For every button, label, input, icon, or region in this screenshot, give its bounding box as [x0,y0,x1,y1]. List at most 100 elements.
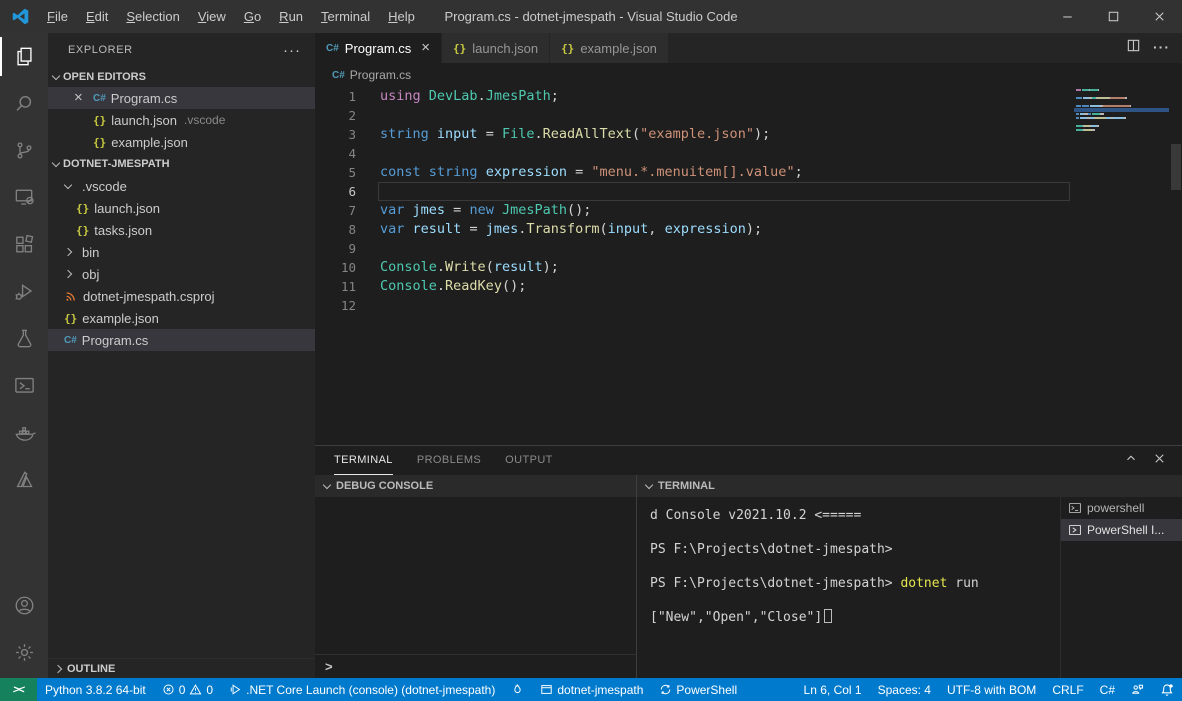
status-feedback[interactable] [1123,678,1152,701]
status-problems[interactable]: 00 [154,678,221,701]
code-line-3[interactable]: 3string input = File.ReadAllText("exampl… [315,125,1182,144]
sidebar-header: EXPLORER ··· [48,33,315,67]
terminal-header[interactable]: TERMINAL [637,475,1182,497]
activity-extensions[interactable] [0,221,48,268]
close-icon[interactable]: × [74,91,83,105]
code-line-9[interactable]: 9 [315,239,1182,258]
menu-item-run[interactable]: Run [270,9,312,24]
tree-item-tasks-json[interactable]: {}tasks.json [48,219,315,241]
breadcrumb[interactable]: C# Program.cs [315,63,1182,87]
open-editor-example-json[interactable]: {}example.json [48,131,315,153]
status-encoding[interactable]: UTF-8 with BOM [939,678,1044,701]
close-panel-button[interactable] [1152,451,1167,471]
tree-item-bin[interactable]: bin [48,241,315,263]
editor-scrollbar[interactable] [1171,144,1181,190]
tree-item-obj[interactable]: obj [48,263,315,285]
status-python-version[interactable]: Python 3.8.2 64-bit [37,678,154,701]
close-icon[interactable]: × [421,42,430,54]
code-line-4[interactable]: 4 [315,144,1182,163]
activity-explorer[interactable] [0,33,48,80]
terminal-session-powershell-i[interactable]: PowerShell I... [1061,519,1182,541]
status-debug-launch[interactable]: .NET Core Launch (console) (dotnet-jmesp… [221,678,503,701]
code-editor[interactable]: 1using DevLab.JmesPath;23string input = … [315,87,1182,445]
panel-tab-output[interactable]: OUTPUT [505,446,553,475]
status-cursor-position[interactable]: Ln 6, Col 1 [796,678,870,701]
code-line-2[interactable]: 2 [315,106,1182,125]
activity-settings[interactable] [0,629,48,676]
open-editor-program-cs[interactable]: ×C#Program.cs [48,87,315,109]
status-language-mode[interactable]: C# [1092,678,1123,701]
code-line-12[interactable]: 12 [315,296,1182,315]
line-number: 11 [315,277,356,296]
json-icon: {} [561,42,574,55]
menu-item-file[interactable]: File [38,9,77,24]
menu-item-edit[interactable]: Edit [77,9,117,24]
menu-item-go[interactable]: Go [235,9,270,24]
activity-search[interactable] [0,80,48,127]
outline-section-header[interactable]: OUTLINE [48,658,315,678]
remote-indicator[interactable]: >< [0,678,37,701]
folder-section-header[interactable]: DOTNET-JMESPATH [48,153,315,175]
panel-actions [1124,446,1182,475]
maximize-panel-button[interactable] [1124,451,1138,470]
panel-tab-problems[interactable]: PROBLEMS [417,446,481,475]
status-eol[interactable]: CRLF [1044,678,1091,701]
status-flame[interactable] [503,678,532,701]
terminal-session-powershell[interactable]: powershell [1061,497,1182,519]
tree-item-program-cs[interactable]: C#Program.cs [48,329,315,351]
tree-item-launch-json[interactable]: {}launch.json [48,197,315,219]
panel-tab-terminal[interactable]: TERMINAL [334,446,393,475]
more-actions-button[interactable]: ··· [1153,39,1170,57]
chevron-down-icon [645,480,653,488]
activity-remote-explorer[interactable] [0,174,48,221]
vscode-window: FileEditSelectionViewGoRunTerminalHelp P… [0,0,1182,701]
menu-item-terminal[interactable]: Terminal [312,9,379,24]
activity-accounts[interactable] [0,582,48,629]
status-powershell-session[interactable]: PowerShell [651,678,745,701]
tree-item-dotnet-jmespath-csproj[interactable]: dotnet-jmespath.csproj [48,285,315,307]
open-editor-launch-json[interactable]: {}launch.json.vscode [48,109,315,131]
terminal-output[interactable]: d Console v2021.10.2 <===== PS F:\Projec… [650,507,1058,626]
status-notifications[interactable] [1152,678,1182,701]
activity-docker[interactable] [0,409,48,456]
menu-item-selection[interactable]: Selection [117,9,188,24]
minimap[interactable] [1074,88,1169,136]
code-line-10[interactable]: 10Console.Write(result); [315,258,1182,277]
code-line-11[interactable]: 11Console.ReadKey(); [315,277,1182,296]
files-icon [13,45,36,68]
open-editors-header[interactable]: OPEN EDITORS [48,67,315,87]
maximize-button[interactable] [1090,0,1136,33]
tree-item-example-json[interactable]: {}example.json [48,307,315,329]
more-actions-icon[interactable]: ··· [283,42,301,59]
code-line-1[interactable]: 1using DevLab.JmesPath; [315,87,1182,106]
tab-example-json[interactable]: {}example.json [550,33,669,63]
close-button[interactable] [1136,0,1182,33]
menu-item-view[interactable]: View [189,9,235,24]
run-debug-icon [13,280,36,303]
error-icon [162,683,175,696]
code-line-7[interactable]: 7var jmes = new JmesPath(); [315,201,1182,220]
close-icon [1152,451,1167,466]
activity-powershell[interactable] [0,362,48,409]
activity-azure[interactable] [0,456,48,503]
tab-launch-json[interactable]: {}launch.json [442,33,550,63]
code-line-6[interactable]: 6 [315,182,1182,201]
terminal-icon [1068,501,1082,515]
activity-testing[interactable] [0,315,48,362]
debug-console-input[interactable]: > [315,654,636,678]
activity-source-control[interactable] [0,127,48,174]
json-icon: {} [64,312,77,325]
debug-console-header[interactable]: DEBUG CONSOLE [315,475,636,497]
tree-item-vscode[interactable]: .vscode [48,175,315,197]
code-line-8[interactable]: 8var result = jmes.Transform(input, expr… [315,220,1182,239]
menu-item-help[interactable]: Help [379,9,424,24]
tab-program-cs[interactable]: C#Program.cs× [315,33,442,63]
split-editor-button[interactable] [1126,38,1141,58]
status-project-folder[interactable]: dotnet-jmespath [532,678,651,701]
minimize-button[interactable] [1044,0,1090,33]
code-line-5[interactable]: 5const string expression = "menu.*.menui… [315,163,1182,182]
terminal-line: PS F:\Projects\dotnet-jmespath> dotnet r… [650,575,1058,592]
debug-icon [229,683,242,696]
status-indentation[interactable]: Spaces: 4 [870,678,939,701]
activity-run-and-debug[interactable] [0,268,48,315]
